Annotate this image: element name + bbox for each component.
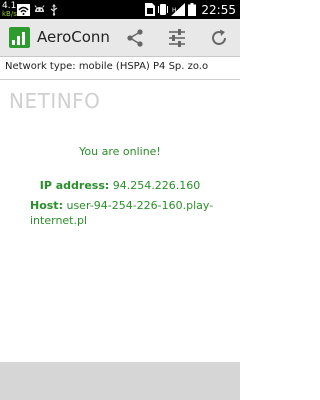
share-icon (127, 29, 143, 47)
network-type-text: Network type: mobile (HSPA) P4 Sp. zo.o (5, 61, 209, 72)
ip-address-value: 94.254.226.160 (112, 179, 201, 192)
network-type-bar: Network type: mobile (HSPA) P4 Sp. zo.o (0, 57, 240, 80)
section-title: NETINFO (9, 89, 101, 113)
app-title: AeroConn (37, 28, 110, 46)
status-message: You are online! (79, 145, 161, 158)
clock: 22:55 (201, 2, 236, 17)
refresh-icon (212, 29, 226, 45)
sliders-icon (169, 29, 185, 47)
settings-button[interactable] (165, 26, 189, 50)
refresh-button[interactable] (207, 26, 231, 50)
status-bar: 4.1 kB/s H 22:55 (0, 0, 240, 19)
vibrate-icon (158, 4, 169, 15)
action-bar: AeroConn (0, 19, 240, 57)
host-row: Host: user-94-254-226-160.play-internet.… (30, 198, 220, 228)
sim-card-icon (145, 3, 156, 16)
bottom-bar (0, 362, 240, 400)
network-speed-unit: kB/s (2, 10, 17, 18)
ip-address-row: IP address: 94.254.226.160 (0, 179, 240, 192)
app-logo-icon[interactable] (9, 27, 30, 48)
signal-icon: H (171, 3, 186, 16)
wifi-icon (17, 3, 30, 16)
usb-icon (50, 3, 58, 16)
network-speed: 4.1 kB/s (2, 2, 17, 18)
ip-address-label: IP address: (39, 179, 110, 192)
svg-text:H: H (172, 7, 177, 14)
host-label: Host: (30, 199, 63, 212)
battery-icon (188, 3, 197, 16)
share-button[interactable] (123, 26, 147, 50)
android-icon (34, 4, 45, 12)
